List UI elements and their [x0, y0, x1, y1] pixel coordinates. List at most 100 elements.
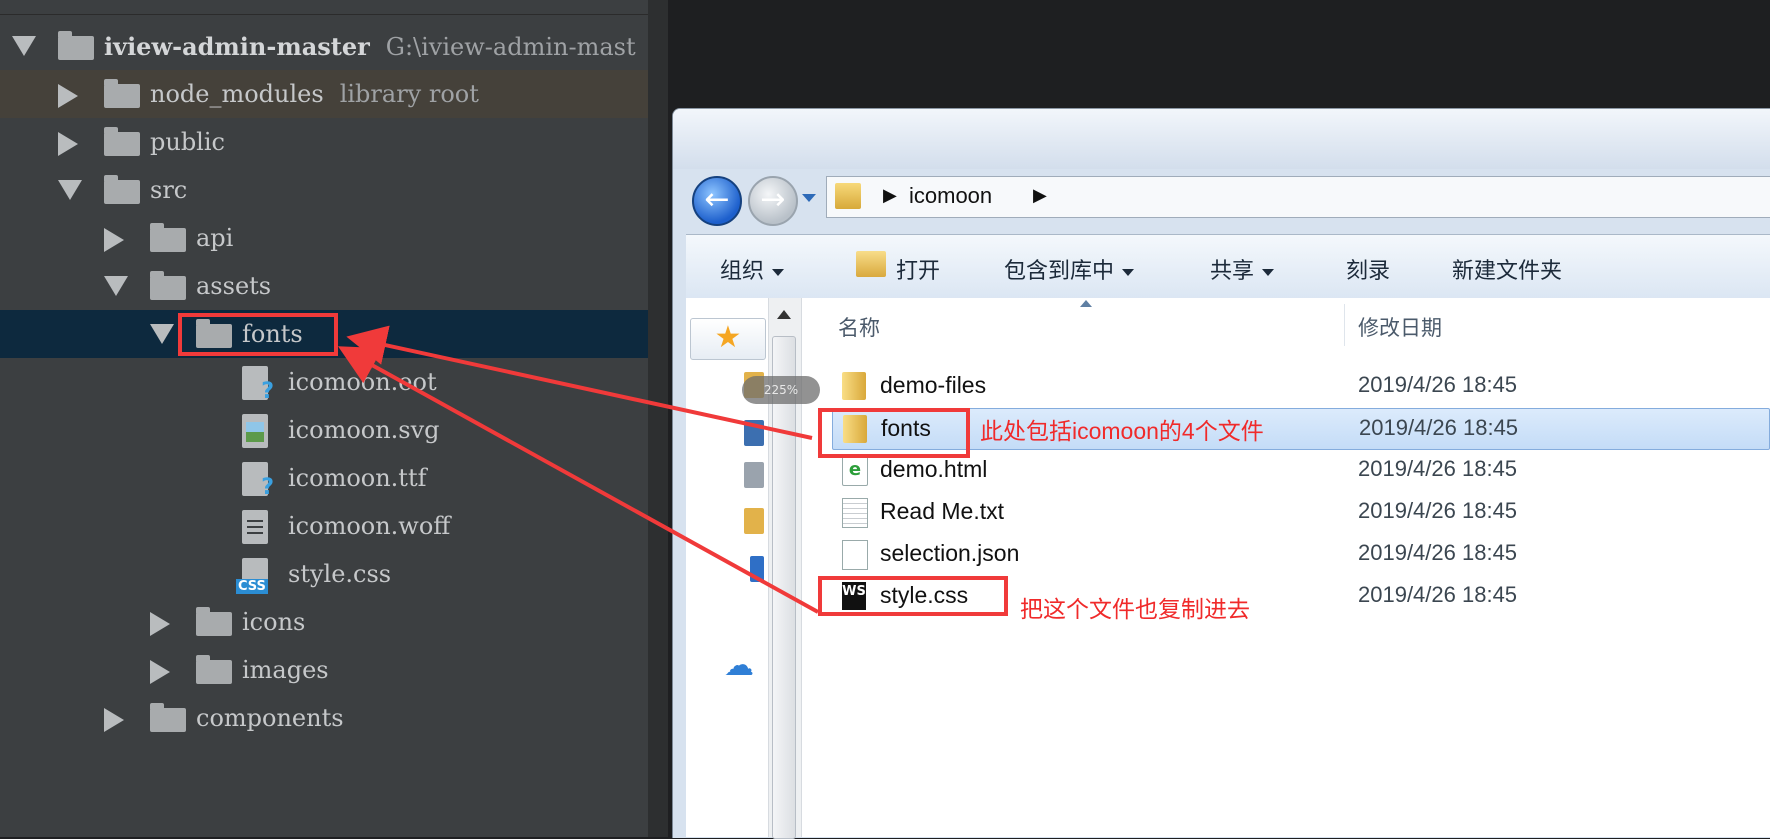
organize-label: 组织	[720, 258, 765, 283]
burn-label: 刻录	[1346, 258, 1391, 283]
folder-icon[interactable]	[744, 508, 764, 534]
computer-icon[interactable]	[744, 420, 764, 446]
network-icon[interactable]	[744, 462, 764, 488]
file-name: demo-files	[880, 372, 987, 398]
address-bar[interactable]: ▶ icomoon ▶	[826, 176, 1770, 218]
file-row-read-me-txt[interactable]: Read Me.txt 2019/4/26 18:45	[832, 492, 1770, 532]
expand-right-arrow-icon[interactable]	[58, 132, 78, 156]
breadcrumb-icomoon[interactable]: icomoon	[909, 183, 992, 209]
tree-item-name: icomoon.svg	[288, 416, 440, 444]
unknown-file-icon: ?	[242, 462, 274, 500]
tree-row-src[interactable]: src	[0, 166, 668, 214]
favorites-star-icon[interactable]: ★	[690, 318, 766, 360]
file-name: selection.json	[880, 540, 1020, 566]
expand-down-arrow-icon[interactable]	[58, 180, 82, 200]
cloud-icon[interactable]: ☁	[724, 648, 754, 683]
file-row-demo-html[interactable]: e demo.html 2019/4/26 18:45	[832, 450, 1770, 490]
folder-icon	[150, 223, 186, 252]
html-file-icon: e	[842, 456, 868, 486]
tree-item-hint: G:\iview-admin-mast	[385, 33, 636, 61]
tree-row-icomoon-svg[interactable]: icomoon.svg	[0, 406, 668, 454]
expand-right-arrow-icon[interactable]	[104, 228, 124, 252]
tree-item-hint: library root	[339, 80, 479, 108]
browser-icon[interactable]	[750, 556, 764, 582]
open-label: 打开	[896, 258, 941, 283]
new-folder-label: 新建文件夹	[1452, 258, 1563, 283]
folder-icon	[104, 127, 140, 156]
tree-item-label: api	[196, 224, 233, 252]
command-bar: 组织 打开 包含到库中 共享 刻录 新建文件夹	[686, 234, 1770, 300]
expand-down-arrow-icon[interactable]	[150, 324, 174, 344]
history-dropdown-icon[interactable]	[802, 194, 816, 202]
column-divider[interactable]	[1344, 304, 1345, 346]
expand-right-arrow-icon[interactable]	[58, 84, 78, 108]
tree-row-images[interactable]: images	[0, 646, 668, 694]
folder-icon	[150, 271, 186, 300]
tree-item-label: assets	[196, 272, 271, 300]
scroll-up-arrow-icon[interactable]	[777, 310, 791, 319]
chevron-down-icon	[1262, 268, 1275, 276]
file-modified-date: 2019/4/26 18:45	[1358, 498, 1518, 523]
tree-item-label: icomoon.woff	[288, 512, 450, 540]
tree-row-icomoon-eot[interactable]: ? icomoon.eot	[0, 358, 668, 406]
annotation-box-explorer-fonts	[818, 408, 970, 458]
tree-item-name: icomoon.ttf	[288, 464, 427, 492]
open-button[interactable]: 打开	[896, 253, 940, 285]
tree-item-name: icomoon.eot	[288, 368, 437, 396]
tree-item-name: iview-admin-master	[104, 32, 370, 61]
expand-right-arrow-icon[interactable]	[150, 660, 170, 684]
folder-icon	[196, 655, 232, 684]
tree-row-iview-admin-master[interactable]: iview-admin-master G:\iview-admin-mast	[0, 22, 668, 70]
organize-button[interactable]: 组织	[720, 253, 785, 285]
file-modified-date: 2019/4/26 18:45	[1358, 456, 1518, 481]
burn-button[interactable]: 刻录	[1346, 253, 1390, 285]
forward-button[interactable]: →	[748, 176, 798, 226]
folder-icon	[58, 31, 94, 60]
tree-item-name: api	[196, 224, 234, 252]
new-folder-button[interactable]: 新建文件夹	[1452, 253, 1562, 285]
tree-item-label: icomoon.svg	[288, 416, 440, 444]
tree-row-components[interactable]: components	[0, 694, 668, 742]
expand-down-arrow-icon[interactable]	[12, 36, 36, 56]
tree-row-icomoon-ttf[interactable]: ? icomoon.ttf	[0, 454, 668, 502]
tree-row-api[interactable]: api	[0, 214, 668, 262]
tree-item-label: public	[150, 128, 225, 156]
tree-row-node-modules[interactable]: node_modules library root	[0, 70, 668, 118]
tree-row-public[interactable]: public	[0, 118, 668, 166]
tree-row-assets[interactable]: assets	[0, 262, 668, 310]
annotation-note-fonts: 此处包括icomoon的4个文件	[980, 418, 1264, 444]
file-row-demo-files[interactable]: demo-files 2019/4/26 18:45	[832, 366, 1770, 406]
tree-row-icons[interactable]: icons	[0, 598, 668, 646]
open-folder-icon	[856, 251, 886, 277]
file-row-selection-json[interactable]: selection.json 2019/4/26 18:45	[832, 534, 1770, 574]
tree-row-icomoon-woff[interactable]: icomoon.woff	[0, 502, 668, 550]
tree-item-label: icomoon.eot	[288, 368, 437, 396]
file-row-fonts[interactable]: fonts 2019/4/26 18:45	[832, 408, 1770, 450]
expand-down-arrow-icon[interactable]	[104, 276, 128, 296]
chevron-down-icon	[772, 268, 785, 276]
text-file-icon	[842, 498, 868, 528]
expand-right-arrow-icon[interactable]	[104, 708, 124, 732]
json-file-icon	[842, 540, 868, 570]
back-button[interactable]: ←	[692, 176, 742, 226]
breadcrumb-arrow-icon[interactable]: ▶	[1033, 185, 1047, 206]
folder-icon	[196, 607, 232, 636]
scroll-thumb[interactable]	[772, 336, 796, 839]
tree-row-style-css[interactable]: CSS style.css	[0, 550, 668, 598]
tree-item-name: node_modules	[150, 80, 324, 108]
include-in-library-button[interactable]: 包含到库中	[1004, 253, 1135, 285]
ide-panel-header	[0, 0, 668, 15]
tree-item-label: src	[150, 176, 187, 204]
chevron-down-icon	[1122, 268, 1135, 276]
breadcrumb-arrow-icon[interactable]: ▶	[883, 185, 897, 206]
tree-item-label: style.css	[288, 560, 391, 588]
expand-right-arrow-icon[interactable]	[150, 612, 170, 636]
share-button[interactable]: 共享	[1210, 253, 1275, 285]
file-modified-date: 2019/4/26 18:45	[1358, 582, 1518, 607]
annotation-box-style-css	[818, 576, 1008, 616]
column-header-modified[interactable]: 修改日期	[1358, 312, 1442, 342]
folder-icon	[150, 703, 186, 732]
folder-icon	[104, 175, 140, 204]
include-in-library-label: 包含到库中	[1004, 258, 1115, 283]
column-header-name[interactable]: 名称	[838, 312, 880, 342]
